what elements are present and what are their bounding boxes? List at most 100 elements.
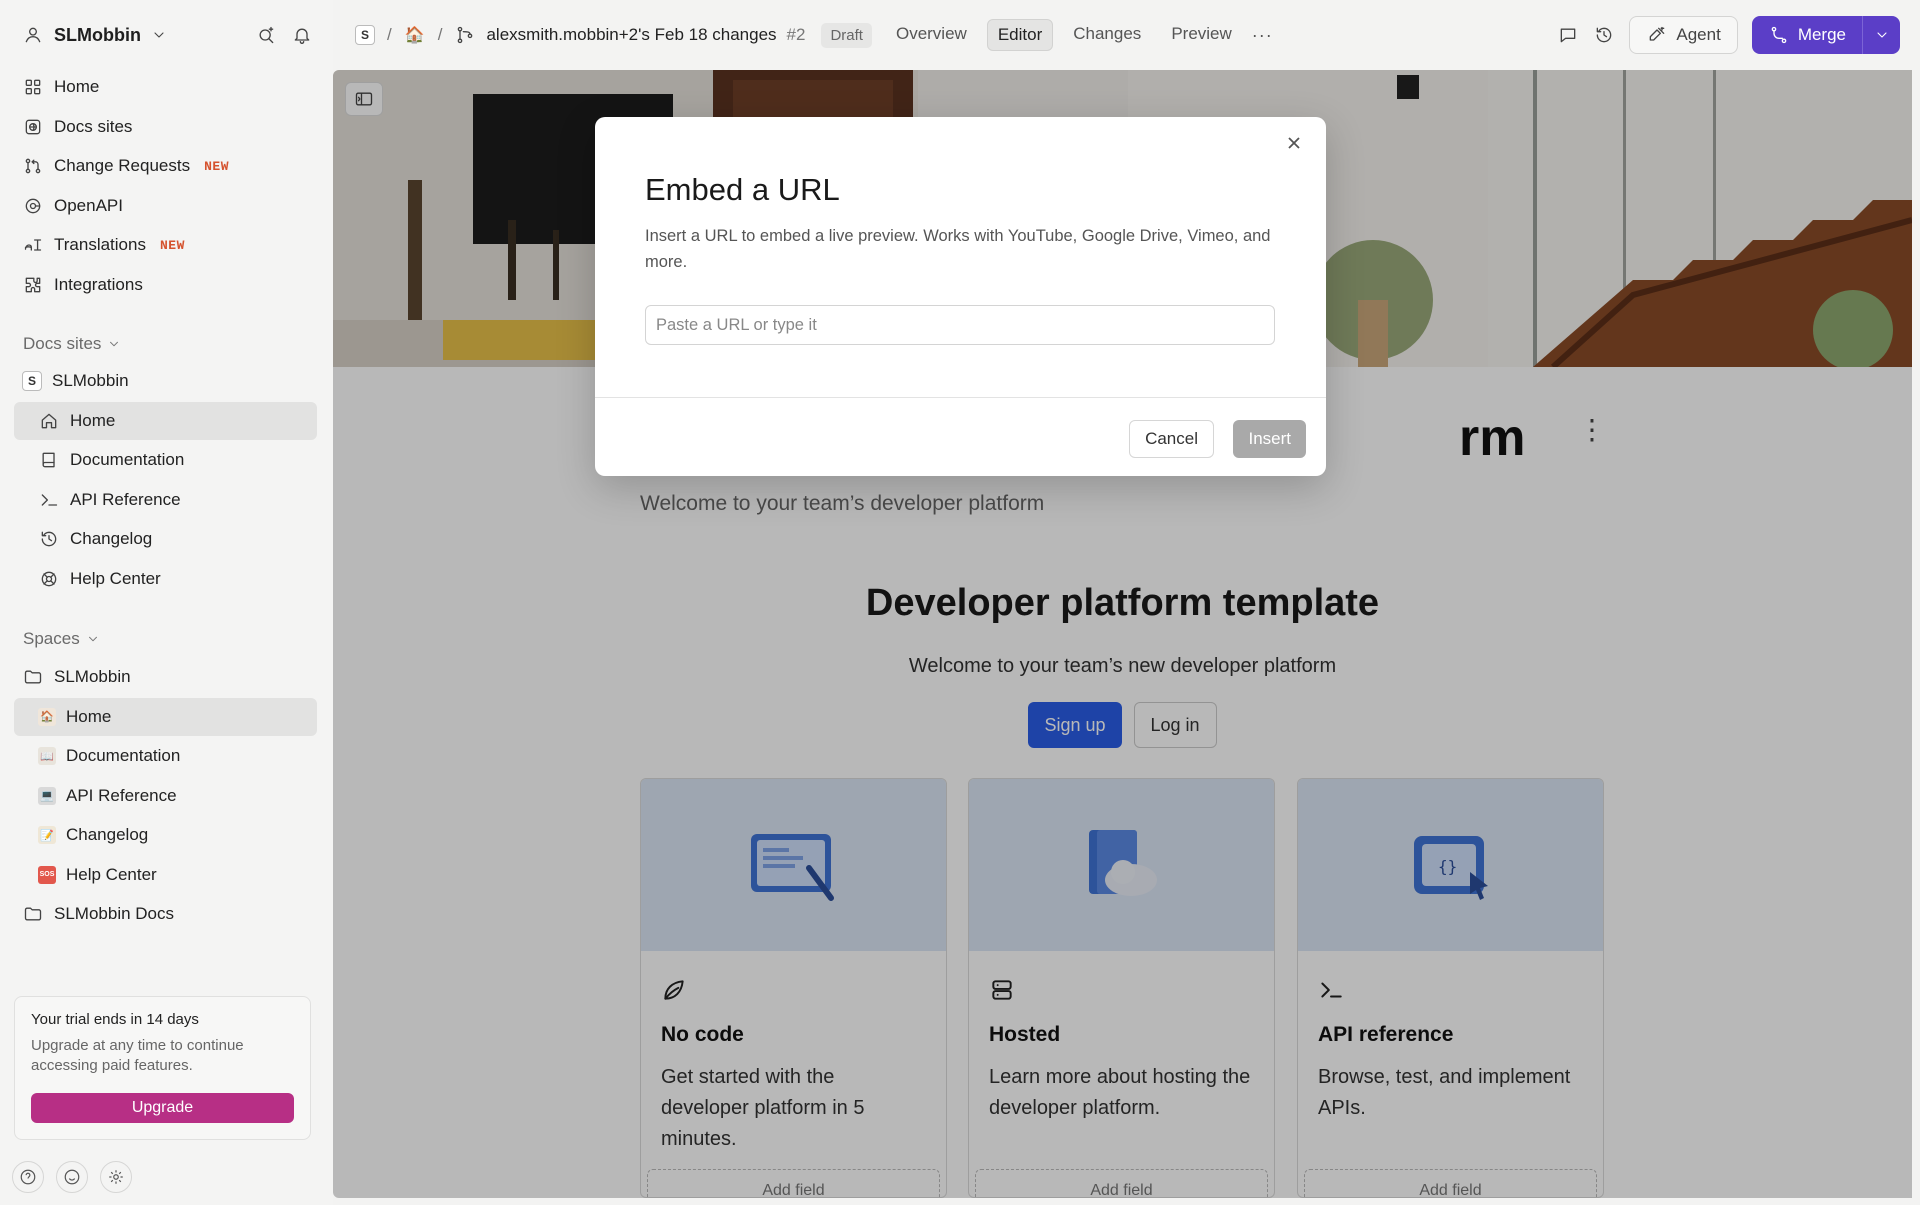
site-initial-badge: S	[22, 371, 42, 391]
trial-card: Your trial ends in 14 days Upgrade at an…	[14, 996, 311, 1140]
computer-emoji-icon: 💻	[38, 786, 56, 805]
folder-icon	[22, 666, 44, 688]
item-label: Home	[70, 410, 116, 430]
item-label: Home	[66, 706, 112, 726]
chevron-down-icon	[107, 337, 121, 351]
merge-label: Merge	[1797, 25, 1846, 44]
url-input[interactable]	[645, 305, 1275, 345]
item-label: Help Center	[70, 568, 161, 588]
merge-dropdown-button[interactable]	[1862, 16, 1900, 54]
breadcrumb-separator: /	[437, 25, 443, 44]
nav-integrations[interactable]: Integrations	[14, 266, 317, 304]
home-emoji-icon[interactable]: 🏠	[404, 24, 426, 46]
space-initial-badge[interactable]: S	[355, 25, 375, 45]
sidebar-header: SLMobbin	[22, 20, 313, 50]
status-badge: Draft	[821, 22, 872, 48]
more-options-icon[interactable]: ···	[1252, 25, 1273, 46]
view-tabs: Overview Editor Changes Preview	[886, 19, 1242, 51]
dialog-description: Insert a URL to embed a live preview. Wo…	[645, 227, 1271, 271]
space-item-documentation[interactable]: 📖 Documentation	[14, 737, 317, 775]
docs-sites-icon	[22, 116, 44, 138]
merge-button[interactable]: Merge	[1752, 16, 1862, 54]
help-icon[interactable]	[12, 1161, 44, 1193]
insert-button[interactable]: Insert	[1233, 420, 1306, 458]
search-sparkle-icon[interactable]	[255, 24, 277, 46]
tab-overview[interactable]: Overview	[886, 19, 977, 51]
space-name: SLMobbin	[54, 667, 131, 686]
chevron-down-icon	[86, 632, 100, 646]
nav-label: Translations	[54, 235, 146, 254]
space-slmobbin-docs[interactable]: SLMobbin Docs	[14, 895, 317, 933]
agent-button[interactable]: Agent	[1629, 16, 1738, 54]
nav-label: Change Requests	[54, 156, 191, 175]
site-name: SLMobbin	[52, 371, 129, 390]
change-requests-icon	[22, 155, 44, 177]
cancel-button[interactable]: Cancel	[1129, 420, 1214, 458]
trial-title: Your trial ends in 14 days	[31, 1011, 199, 1028]
nav-label: Integrations	[54, 274, 143, 294]
history-icon[interactable]	[1593, 24, 1615, 46]
space-name: SLMobbin Docs	[54, 904, 175, 923]
new-badge: NEW	[204, 158, 229, 174]
sos-emoji-icon: SOS	[38, 865, 56, 884]
nav-change-requests[interactable]: Change Requests NEW	[14, 147, 317, 185]
space-item-changelog[interactable]: 📝 Changelog	[14, 816, 317, 854]
breadcrumb: S / 🏠 / alexsmith.mobbin+2's Feb 18 chan…	[355, 22, 872, 48]
space-slmobbin[interactable]: SLMobbin	[14, 658, 317, 696]
tab-changes[interactable]: Changes	[1063, 19, 1151, 51]
user-icon	[22, 24, 44, 46]
item-label: API Reference	[70, 489, 181, 509]
bell-icon[interactable]	[291, 24, 313, 46]
spaces-section-header[interactable]: Spaces	[23, 629, 100, 649]
tab-editor[interactable]: Editor	[986, 19, 1054, 51]
tab-preview[interactable]: Preview	[1161, 19, 1241, 51]
comment-icon[interactable]	[1557, 24, 1579, 46]
terminal-icon	[38, 489, 60, 511]
openapi-icon	[22, 195, 44, 217]
translations-icon	[22, 234, 44, 256]
nav-label: Docs sites	[54, 116, 133, 136]
dialog-footer: Cancel Insert	[595, 397, 1326, 476]
grid-icon	[22, 76, 44, 98]
docs-site-item-documentation[interactable]: Documentation	[14, 441, 317, 479]
space-item-api-reference[interactable]: 💻 API Reference	[14, 777, 317, 815]
close-icon[interactable]	[1286, 135, 1308, 157]
merge-icon	[1768, 24, 1790, 46]
trial-body: Upgrade at any time to continue accessin…	[31, 1037, 244, 1074]
nav-home[interactable]: Home	[14, 68, 317, 106]
docs-site-item-api-reference[interactable]: API Reference	[14, 481, 317, 519]
space-item-help-center[interactable]: SOS Help Center	[14, 856, 317, 894]
item-label: Changelog	[66, 825, 149, 844]
smiley-icon[interactable]	[56, 1161, 88, 1193]
docs-site-item-help-center[interactable]: Help Center	[14, 560, 317, 598]
nav-label: Home	[54, 77, 100, 96]
item-label: Changelog	[70, 529, 153, 548]
docs-site-slmobbin[interactable]: S SLMobbin	[14, 362, 317, 400]
main-nav: Home Docs sites Change Requests NEW Open…	[14, 68, 317, 305]
dialog-title: Embed a URL	[645, 172, 840, 207]
puzzle-icon	[22, 274, 44, 296]
nav-label: OpenAPI	[54, 195, 123, 215]
nav-openapi[interactable]: OpenAPI	[14, 187, 317, 225]
docs-site-item-home[interactable]: Home	[14, 401, 317, 440]
book-icon	[38, 449, 60, 471]
change-request-title[interactable]: alexsmith.mobbin+2's Feb 18 changes	[486, 25, 776, 45]
upgrade-button[interactable]: Upgrade	[31, 1093, 294, 1123]
item-label: Documentation	[70, 450, 185, 469]
space-item-home[interactable]: 🏠 Home	[14, 697, 317, 736]
item-label: API Reference	[66, 785, 177, 805]
gear-icon[interactable]	[100, 1161, 132, 1193]
section-title: Docs sites	[23, 334, 102, 353]
breadcrumb-separator: /	[387, 25, 392, 44]
top-bar-actions: Agent Merge	[1557, 16, 1900, 54]
docs-sites-section-header[interactable]: Docs sites	[23, 334, 121, 354]
embed-url-dialog: Embed a URL Insert a URL to embed a live…	[595, 117, 1326, 476]
nav-docs-sites[interactable]: Docs sites	[14, 108, 317, 146]
home-emoji-icon: 🏠	[38, 707, 56, 726]
nav-translations[interactable]: Translations NEW	[14, 226, 317, 264]
docs-site-item-changelog[interactable]: Changelog	[14, 520, 317, 558]
org-switcher[interactable]: SLMobbin	[22, 24, 167, 46]
agent-icon	[1646, 24, 1668, 46]
agent-label: Agent	[1676, 25, 1721, 44]
pencil-emoji-icon: 📝	[38, 826, 56, 844]
